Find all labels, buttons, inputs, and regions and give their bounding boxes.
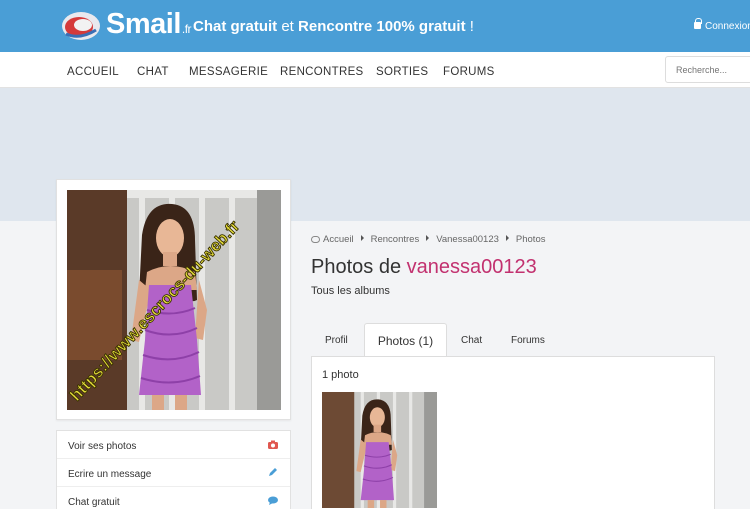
top-header: Smail.fr Chat gratuit et Rencontre 100% …	[0, 0, 750, 52]
header-tagline: Chat gratuit et Rencontre 100% gratuit !	[193, 18, 474, 35]
lock-icon	[694, 18, 702, 29]
login-link[interactable]: Connexion	[694, 18, 750, 32]
chat-bubble-icon	[268, 496, 278, 505]
pencil-icon	[269, 468, 277, 476]
profile-tabs: Profil Photos (1) Chat Forums	[311, 323, 715, 357]
free-chat-button[interactable]: Chat gratuit	[57, 487, 290, 509]
breadcrumb: Accueil Rencontres Vanessa00123 Photos	[311, 234, 545, 245]
nav-item-messagerie[interactable]: MESSAGERIE	[189, 66, 268, 78]
caret-right-icon	[426, 235, 430, 241]
nav-item-forums[interactable]: FORUMS	[443, 66, 495, 78]
caret-right-icon	[505, 235, 509, 241]
logo-icon[interactable]	[60, 10, 102, 42]
caret-right-icon	[360, 235, 364, 241]
tab-profil[interactable]: Profil	[325, 323, 348, 357]
profile-photo[interactable]: https://www.escrocs-du-web.fr	[67, 190, 281, 410]
photos-panel: 1 photo	[311, 356, 715, 509]
breadcrumb-accueil[interactable]: Accueil	[323, 234, 354, 245]
nav-item-sorties[interactable]: SORTIES	[376, 66, 428, 78]
nav-item-chat[interactable]: CHAT	[137, 66, 169, 78]
write-message-button[interactable]: Ecrire un message	[57, 459, 290, 487]
tab-forums[interactable]: Forums	[511, 323, 545, 357]
breadcrumb-rencontres[interactable]: Rencontres	[371, 234, 420, 245]
search-input[interactable]	[665, 56, 750, 83]
nav-item-rencontres[interactable]: RENCONTRES	[280, 66, 364, 78]
chat-bubble-icon	[311, 236, 320, 243]
logo-text[interactable]: Smail.fr	[106, 8, 192, 41]
tab-chat[interactable]: Chat	[461, 323, 482, 357]
breadcrumb-profile[interactable]: Vanessa00123	[436, 234, 499, 245]
profile-photo-card: https://www.escrocs-du-web.fr	[56, 179, 291, 420]
username-link[interactable]: vanessa00123	[407, 256, 537, 278]
breadcrumb-photos: Photos	[515, 234, 546, 245]
main-nav: ACCUEIL CHAT MESSAGERIE RENCONTRES SORTI…	[0, 52, 750, 88]
page-title: Photos de vanessa00123	[311, 256, 537, 278]
nav-item-accueil[interactable]: ACCUEIL	[67, 66, 119, 78]
view-photos-button[interactable]: Voir ses photos	[57, 431, 290, 459]
photo-count: 1 photo	[322, 369, 359, 381]
photo-thumbnail[interactable]	[322, 392, 437, 508]
profile-actions: Voir ses photos Ecrire un message Chat g…	[56, 430, 291, 509]
camera-icon	[268, 440, 278, 449]
tab-photos[interactable]: Photos (1)	[364, 323, 447, 357]
albums-subtitle: Tous les albums	[311, 285, 390, 297]
